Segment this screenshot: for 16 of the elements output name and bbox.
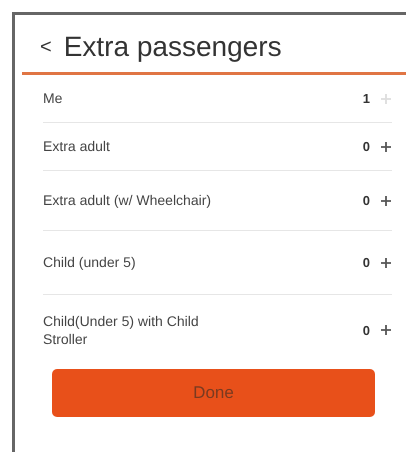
passenger-count: 0 [362, 193, 370, 208]
page-title: Extra passengers [64, 31, 282, 63]
passenger-label: Child(Under 5) with Child Stroller [43, 312, 200, 348]
passenger-count: 0 [362, 322, 370, 338]
passenger-count: 0 [362, 255, 370, 270]
plus-icon[interactable] [380, 194, 392, 206]
back-button[interactable]: < [40, 36, 52, 58]
passenger-count: 0 [362, 139, 370, 154]
plus-icon[interactable] [380, 256, 392, 268]
plus-icon[interactable] [380, 140, 392, 152]
passenger-label: Extra adult (w/ Wheelchair) [43, 191, 212, 210]
plus-icon[interactable] [380, 324, 392, 336]
passenger-label: Me [43, 89, 64, 108]
passenger-label: Child (under 5) [43, 253, 137, 272]
passenger-label: Extra adult [43, 137, 111, 156]
passenger-count: 1 [362, 91, 370, 106]
